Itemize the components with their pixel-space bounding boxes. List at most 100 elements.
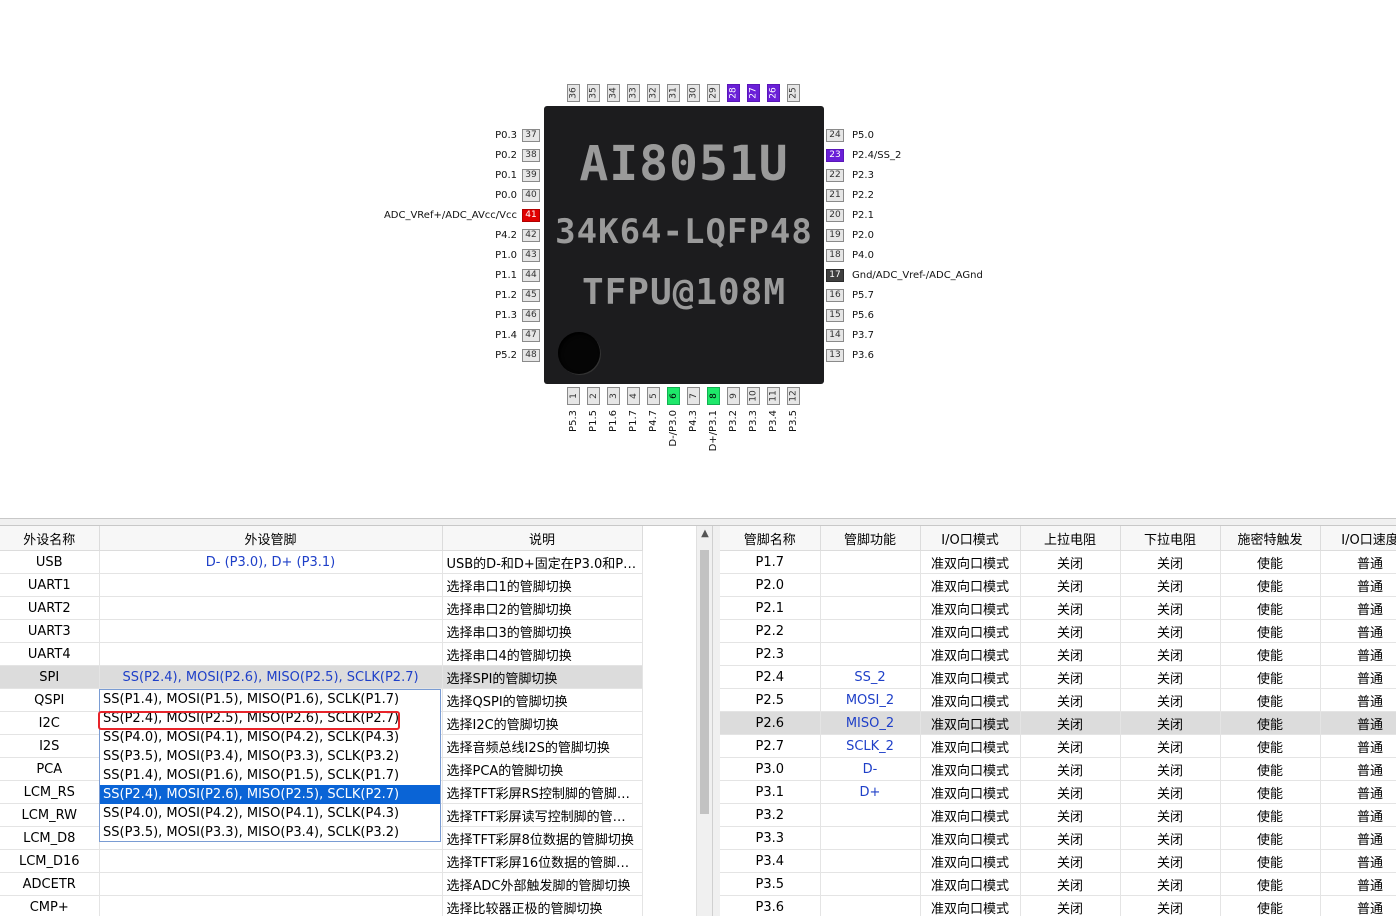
pin-row-P3-2[interactable]: P3.2 准双向口模式 关闭 关闭 使能 普通 [720,803,1396,827]
pin-number-21[interactable]: 21 [826,189,844,202]
col-header-pull-up[interactable]: 上拉电阻 [1020,526,1121,551]
pull-down-cell[interactable]: 关闭 [1120,596,1221,620]
pin-row-P2-6[interactable]: P2.6 MISO_2 准双向口模式 关闭 关闭 使能 普通 [720,711,1396,735]
col-header-peripheral-name[interactable]: 外设名称 [0,526,100,551]
pin-number-48[interactable]: 48 [522,349,540,362]
pin-row-P3-1[interactable]: P3.1 D+ 准双向口模式 关闭 关闭 使能 普通 [720,780,1396,804]
peripheral-name-cell[interactable]: LCM_RW [0,803,100,827]
pin-row-P3-4[interactable]: P3.4 准双向口模式 关闭 关闭 使能 普通 [720,849,1396,873]
pin-number-46[interactable]: 46 [522,309,540,322]
peripheral-row-spi[interactable]: SPI SS(P2.4), MOSI(P2.6), MISO(P2.5), SCL… [0,665,643,689]
io-mode-cell[interactable]: 准双向口模式 [920,688,1021,712]
panel-splitter[interactable] [0,518,1396,526]
pull-down-cell[interactable]: 关闭 [1120,757,1221,781]
schmitt-trigger-cell[interactable]: 使能 [1220,734,1321,758]
schmitt-trigger-cell[interactable]: 使能 [1220,642,1321,666]
io-mode-cell[interactable]: 准双向口模式 [920,849,1021,873]
io-speed-cell[interactable]: 普通 [1320,849,1396,873]
schmitt-trigger-cell[interactable]: 使能 [1220,573,1321,597]
spi-pin-dropdown-list[interactable]: SS(P1.4), MOSI(P1.5), MISO(P1.6), SCLK(P… [99,689,441,842]
pull-up-cell[interactable]: 关闭 [1020,849,1121,873]
pin-number-9[interactable]: 9 [727,387,740,405]
pin-row-P3-6[interactable]: P3.6 准双向口模式 关闭 关闭 使能 普通 [720,895,1396,916]
peripheral-table-scrollbar[interactable]: ▲ [696,526,712,916]
io-mode-cell[interactable]: 准双向口模式 [920,711,1021,735]
pull-down-cell[interactable]: 关闭 [1120,550,1221,574]
pin-number-15[interactable]: 15 [826,309,844,322]
peripheral-pins-cell[interactable] [99,596,443,620]
peripheral-name-cell[interactable]: LCM_D16 [0,849,100,873]
pin-number-38[interactable]: 38 [522,149,540,162]
pin-number-33[interactable]: 33 [627,84,640,102]
peripheral-row-cmp-[interactable]: CMP+ 选择比较器正极的管脚切换 [0,895,643,916]
peripheral-row-adcetr[interactable]: ADCETR 选择ADC外部触发脚的管脚切换 [0,872,643,896]
io-mode-cell[interactable]: 准双向口模式 [920,872,1021,896]
peripheral-pins-cell[interactable] [99,895,443,916]
pull-up-cell[interactable]: 关闭 [1020,596,1121,620]
schmitt-trigger-cell[interactable]: 使能 [1220,619,1321,643]
pin-number-13[interactable]: 13 [826,349,844,362]
peripheral-pins-cell[interactable] [99,619,443,643]
pin-row-P3-5[interactable]: P3.5 准双向口模式 关闭 关闭 使能 普通 [720,872,1396,896]
pin-number-41[interactable]: 41 [522,209,540,222]
col-header-peripheral-pins[interactable]: 外设管脚 [99,526,443,551]
peripheral-name-cell[interactable]: CMP+ [0,895,100,916]
pin-row-P2-2[interactable]: P2.2 准双向口模式 关闭 关闭 使能 普通 [720,619,1396,643]
pin-row-P1-7[interactable]: P1.7 准双向口模式 关闭 关闭 使能 普通 [720,550,1396,574]
io-mode-cell[interactable]: 准双向口模式 [920,550,1021,574]
pin-number-24[interactable]: 24 [826,129,844,142]
peripheral-name-cell[interactable]: I2S [0,734,100,758]
io-mode-cell[interactable]: 准双向口模式 [920,780,1021,804]
pin-number-1[interactable]: 1 [567,387,580,405]
pull-down-cell[interactable]: 关闭 [1120,688,1221,712]
col-header-schmitt-trigger[interactable]: 施密特触发 [1220,526,1321,551]
schmitt-trigger-cell[interactable]: 使能 [1220,895,1321,916]
pin-number-7[interactable]: 7 [687,387,700,405]
pull-down-cell[interactable]: 关闭 [1120,642,1221,666]
peripheral-pins-cell[interactable]: D- (P3.0), D+ (P3.1) [99,550,443,574]
dropdown-option[interactable]: SS(P3.5), MOSI(P3.4), MISO(P3.3), SCLK(P… [100,747,440,766]
pull-down-cell[interactable]: 关闭 [1120,849,1221,873]
schmitt-trigger-cell[interactable]: 使能 [1220,826,1321,850]
io-mode-cell[interactable]: 准双向口模式 [920,826,1021,850]
pin-row-P2-3[interactable]: P2.3 准双向口模式 关闭 关闭 使能 普通 [720,642,1396,666]
peripheral-pins-cell[interactable]: SS(P2.4), MOSI(P2.6), MISO(P2.5), SCLK(P… [99,665,443,689]
io-mode-cell[interactable]: 准双向口模式 [920,734,1021,758]
pull-up-cell[interactable]: 关闭 [1020,780,1121,804]
dropdown-option[interactable]: SS(P4.0), MOSI(P4.1), MISO(P4.2), SCLK(P… [100,728,440,747]
pull-down-cell[interactable]: 关闭 [1120,803,1221,827]
peripheral-pins-cell[interactable] [99,849,443,873]
pull-up-cell[interactable]: 关闭 [1020,688,1121,712]
pin-number-44[interactable]: 44 [522,269,540,282]
pull-down-cell[interactable]: 关闭 [1120,711,1221,735]
col-header-pin-function[interactable]: 管脚功能 [820,526,921,551]
pin-number-31[interactable]: 31 [667,84,680,102]
pin-number-40[interactable]: 40 [522,189,540,202]
io-speed-cell[interactable]: 普通 [1320,780,1396,804]
peripheral-row-uart3[interactable]: UART3 选择串口3的管脚切换 [0,619,643,643]
peripheral-pins-cell[interactable] [99,642,443,666]
pull-down-cell[interactable]: 关闭 [1120,780,1221,804]
scrollbar-thumb[interactable] [700,550,709,814]
peripheral-name-cell[interactable]: UART3 [0,619,100,643]
pin-number-25[interactable]: 25 [787,84,800,102]
io-mode-cell[interactable]: 准双向口模式 [920,573,1021,597]
vertical-splitter[interactable] [712,526,720,916]
pin-number-36[interactable]: 36 [567,84,580,102]
io-speed-cell[interactable]: 普通 [1320,596,1396,620]
pin-number-27[interactable]: 27 [747,84,760,102]
pin-number-37[interactable]: 37 [522,129,540,142]
pin-number-14[interactable]: 14 [826,329,844,342]
schmitt-trigger-cell[interactable]: 使能 [1220,803,1321,827]
pull-down-cell[interactable]: 关闭 [1120,895,1221,916]
pin-row-P2-7[interactable]: P2.7 SCLK_2 准双向口模式 关闭 关闭 使能 普通 [720,734,1396,758]
pin-number-5[interactable]: 5 [647,387,660,405]
schmitt-trigger-cell[interactable]: 使能 [1220,849,1321,873]
schmitt-trigger-cell[interactable]: 使能 [1220,665,1321,689]
pin-number-8[interactable]: 8 [707,387,720,405]
pull-down-cell[interactable]: 关闭 [1120,872,1221,896]
io-speed-cell[interactable]: 普通 [1320,895,1396,916]
peripheral-row-uart4[interactable]: UART4 选择串口4的管脚切换 [0,642,643,666]
pin-number-29[interactable]: 29 [707,84,720,102]
io-speed-cell[interactable]: 普通 [1320,688,1396,712]
